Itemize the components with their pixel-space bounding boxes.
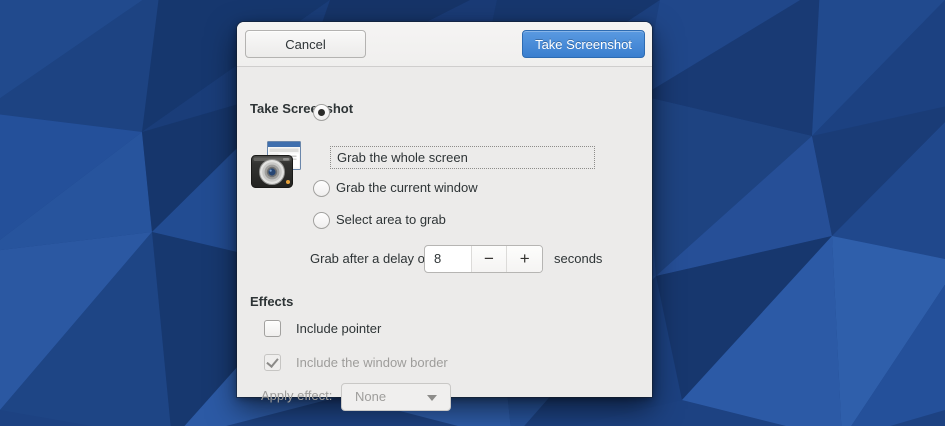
radio-grab-current-window-label[interactable]: Grab the current window	[336, 180, 478, 196]
radio-grab-current-window[interactable]	[313, 180, 330, 197]
take-screenshot-button[interactable]: Take Screenshot	[522, 30, 645, 58]
screenshot-app-icon	[251, 139, 303, 195]
dropdown-arrow-icon	[427, 395, 437, 401]
radio-select-area[interactable]	[313, 212, 330, 229]
cancel-button[interactable]: Cancel	[245, 30, 366, 58]
include-window-border-checkbox	[264, 354, 281, 371]
dialog-content: Take Screenshot Grab the whole screen	[237, 67, 652, 397]
delay-value-input[interactable]: 8	[425, 246, 471, 272]
screenshot-dialog: Cancel Take Screenshot Take Screenshot G…	[237, 22, 652, 397]
delay-spinbutton: 8 − +	[424, 245, 543, 273]
apply-effect-value: None	[355, 389, 386, 405]
delay-prefix-label: Grab after a delay of	[310, 251, 429, 267]
delay-decrement-button[interactable]: −	[471, 246, 507, 272]
include-pointer-checkbox[interactable]	[264, 320, 281, 337]
take-screenshot-section-title: Take Screenshot	[250, 101, 353, 117]
delay-increment-button[interactable]: +	[506, 246, 542, 272]
dialog-header-bar: Cancel Take Screenshot	[237, 22, 652, 67]
effects-section-title: Effects	[250, 294, 293, 310]
desktop: Cancel Take Screenshot Take Screenshot G…	[0, 0, 945, 426]
radio-grab-whole-screen-label[interactable]: Grab the whole screen	[330, 146, 595, 169]
delay-suffix-label: seconds	[554, 251, 602, 267]
apply-effect-label: Apply effect:	[261, 388, 332, 404]
radio-grab-whole-screen[interactable]	[313, 104, 330, 121]
include-window-border-label: Include the window border	[296, 355, 448, 371]
radio-select-area-label[interactable]: Select area to grab	[336, 212, 446, 228]
include-pointer-label[interactable]: Include pointer	[296, 321, 381, 337]
apply-effect-dropdown: None	[341, 383, 451, 411]
